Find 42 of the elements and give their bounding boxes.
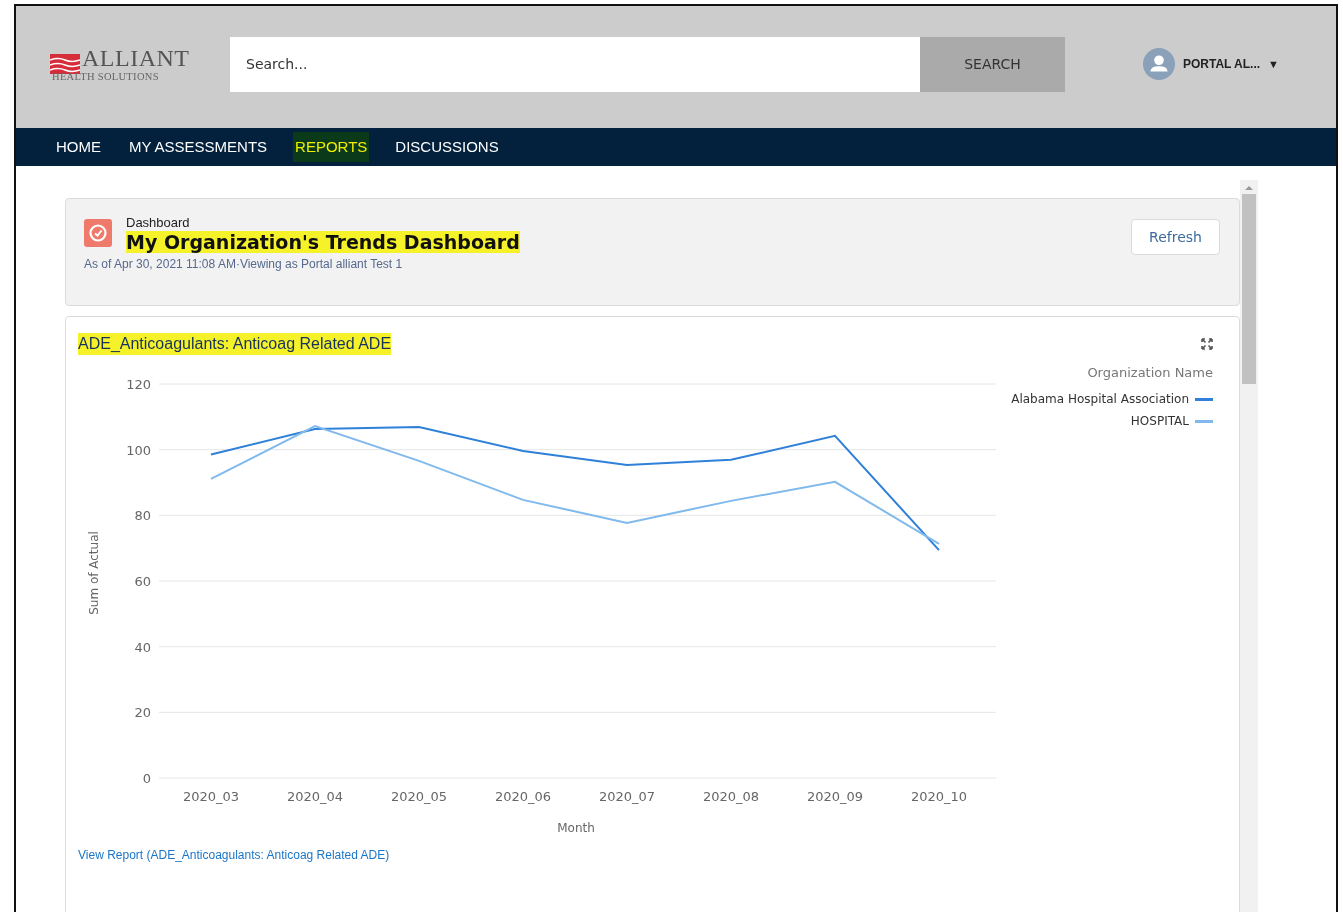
search-button[interactable]: SEARCH: [920, 36, 1065, 92]
caret-icon[interactable]: ▼: [1268, 58, 1279, 70]
scrollbar-thumb[interactable]: [1242, 194, 1256, 384]
x-axis-title: Month: [557, 821, 595, 835]
legend-label: HOSPITAL: [1130, 414, 1189, 428]
search-field[interactable]: Search...: [230, 36, 920, 92]
y-tick-label: 0: [142, 771, 151, 786]
y-tick-label: 100: [126, 442, 151, 458]
x-tick-label: 2020_10: [910, 789, 968, 804]
legend-title: Organization Name: [1087, 365, 1213, 380]
y-tick-label: 120: [126, 377, 151, 392]
chart-title: ADE_Anticoagulants: Anticoag Related ADE: [78, 333, 392, 355]
x-tick-label: 2020_07: [598, 789, 656, 804]
legend-label: Alabama Hospital Association: [1011, 392, 1189, 406]
x-tick-label: 2020_06: [494, 789, 552, 804]
dashboard-timestamp: As of Apr 30, 2021 11:08 AM·Viewing as Portal alliant Test 1: [84, 257, 404, 271]
y-axis-title: Sum of Actual: [87, 531, 101, 615]
nav-link[interactable]: MY ASSESSMENTS: [127, 132, 270, 162]
nav-link[interactable]: DISCUSSIONS: [393, 132, 501, 162]
x-tick-label: 2020_04: [286, 789, 344, 804]
y-tick-label: 20: [134, 705, 151, 721]
dashboard-title: My Organization's Trends Dashboard: [126, 231, 520, 253]
expand-icon[interactable]: [1201, 338, 1213, 350]
nav-link[interactable]: REPORTS: [293, 132, 370, 162]
y-tick-label: 80: [134, 508, 151, 524]
nav-link[interactable]: HOME: [54, 132, 103, 162]
avatar-icon[interactable]: [1143, 48, 1175, 80]
x-tick-label: 2020_05: [390, 789, 448, 804]
scrollbar[interactable]: [1240, 180, 1258, 912]
refresh-button[interactable]: Refresh: [1131, 219, 1220, 255]
x-tick-label: 2020_03: [182, 789, 240, 804]
y-tick-label: 60: [134, 574, 151, 589]
dashboard-label: Dashboard: [126, 215, 191, 230]
logo-tagline: HEALTH SOLUTIONS: [52, 71, 160, 83]
y-tick-label: 40: [134, 639, 151, 655]
x-tick-label: 2020_08: [702, 789, 760, 804]
logo-name: ALLIANT: [82, 45, 190, 70]
x-tick-label: 2020_09: [806, 789, 864, 804]
scroll-up-icon[interactable]: [1245, 186, 1253, 190]
user-menu-name[interactable]: PORTAL AL...: [1183, 57, 1261, 71]
logo-flag-icon: [50, 54, 80, 74]
view-report-link[interactable]: View Report (ADE_Anticoagulants: Anticoag Related ADE): [78, 848, 1221, 862]
